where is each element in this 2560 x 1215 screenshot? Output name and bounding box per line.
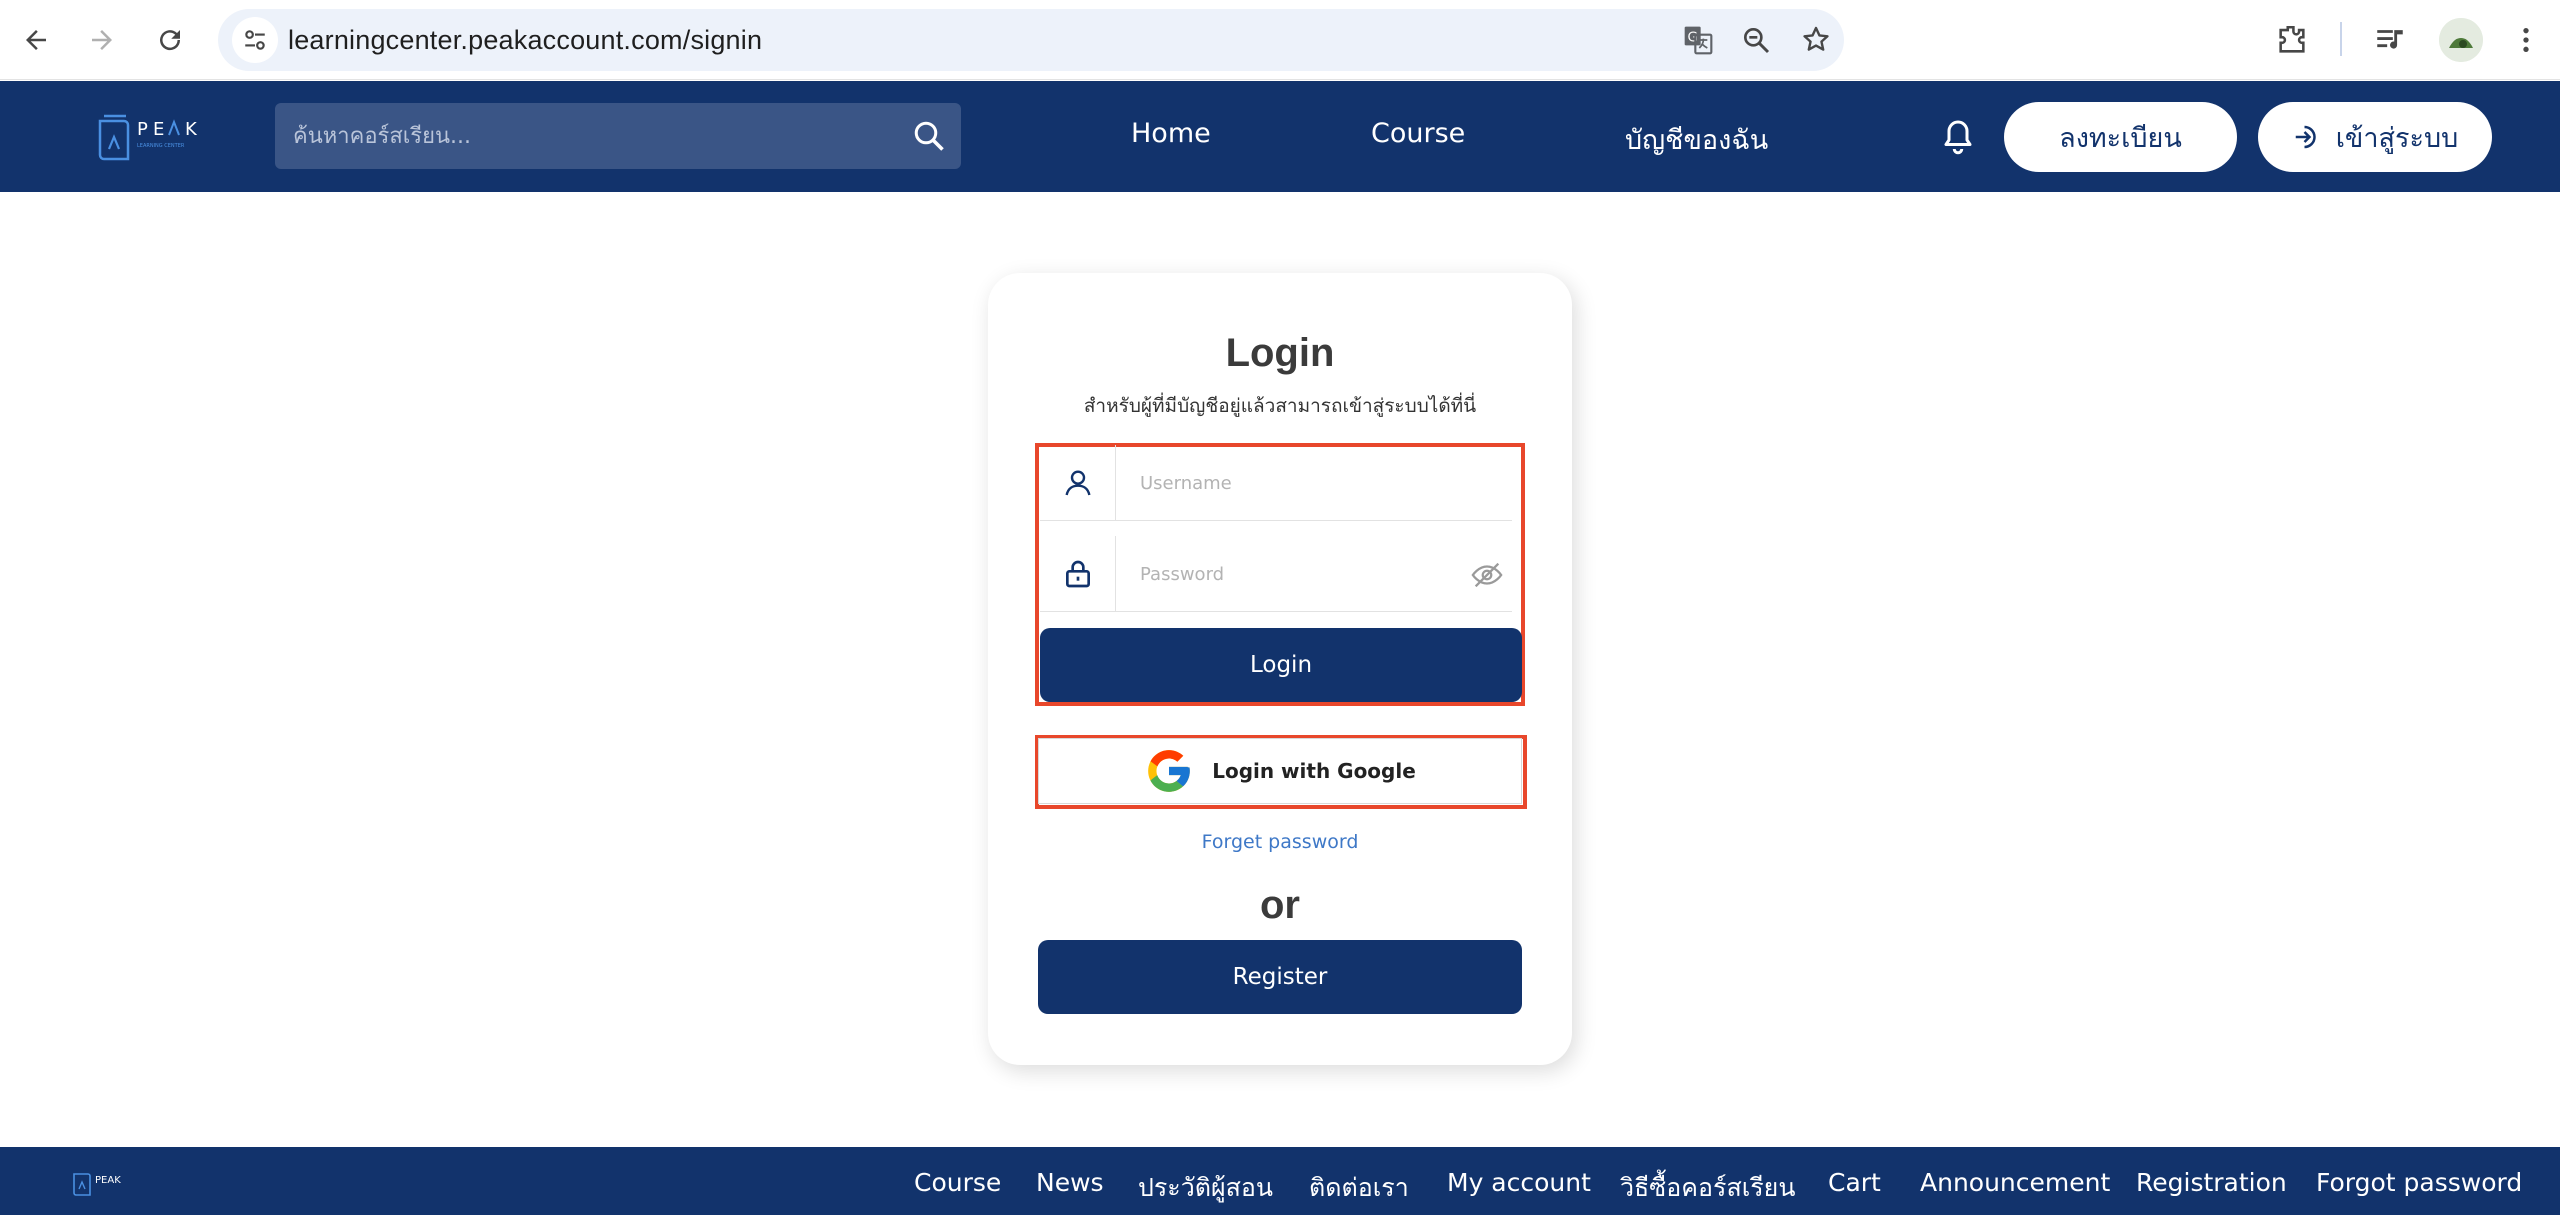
login-subtitle: สำหรับผู้ที่มีบัญชีอยู่แล้วสามารถเข้าสู่… bbox=[1083, 395, 1477, 417]
nav-my-account[interactable]: บัญชีของฉัน bbox=[1625, 118, 1768, 161]
search-input[interactable] bbox=[293, 103, 873, 169]
footer-link-forgot-password[interactable]: Forgot password bbox=[2316, 1168, 2522, 1197]
google-login-label: Login with Google bbox=[1212, 759, 1416, 783]
password-field bbox=[1040, 536, 1512, 612]
course-search bbox=[275, 103, 961, 169]
footer-link-announcement[interactable]: Announcement bbox=[1920, 1168, 2110, 1197]
extensions-icon[interactable] bbox=[2272, 20, 2312, 60]
forward-arrow-icon[interactable] bbox=[78, 16, 126, 64]
username-input[interactable] bbox=[1140, 463, 1460, 503]
toolbar-divider bbox=[2340, 22, 2342, 56]
logo-subtext: LEARNING CENTER bbox=[137, 143, 185, 149]
svg-text:K: K bbox=[185, 119, 198, 140]
login-card: Login สำหรับผู้ที่มีบัญชีอยู่แล้วสามารถเ… bbox=[988, 273, 1572, 1065]
more-vert-icon[interactable] bbox=[2506, 20, 2546, 60]
nav-course[interactable]: Course bbox=[1371, 118, 1465, 149]
reload-icon[interactable] bbox=[146, 16, 194, 64]
browser-toolbar: learningcenter.peakaccount.com/signin G bbox=[0, 0, 2560, 80]
url-text[interactable]: learningcenter.peakaccount.com/signin bbox=[288, 25, 762, 56]
site-footer: PEAK Course News ประวัติผู้สอน ติดต่อเรา… bbox=[0, 1147, 2560, 1215]
register-submit-button[interactable]: Register bbox=[1038, 940, 1522, 1014]
footer-link-contact[interactable]: ติดต่อเรา bbox=[1309, 1168, 1409, 1208]
footer-logo-text: PEAK bbox=[95, 1175, 121, 1186]
footer-link-instructors[interactable]: ประวัติผู้สอน bbox=[1138, 1168, 1273, 1208]
footer-link-how-to-buy[interactable]: วิธีซื้อคอร์สเรียน bbox=[1620, 1168, 1795, 1208]
nav-home[interactable]: Home bbox=[1131, 118, 1211, 149]
footer-peak-logo[interactable]: PEAK bbox=[72, 1169, 136, 1197]
footer-link-news[interactable]: News bbox=[1036, 1168, 1104, 1197]
lock-icon bbox=[1040, 536, 1116, 612]
password-input[interactable] bbox=[1140, 554, 1460, 594]
login-arrow-icon bbox=[2295, 125, 2316, 149]
register-submit-label: Register bbox=[1232, 964, 1328, 990]
search-icon[interactable] bbox=[911, 118, 947, 154]
address-bar[interactable]: learningcenter.peakaccount.com/signin G bbox=[218, 9, 1844, 71]
sign-in-button-label: เข้าสู่ระบบ bbox=[2335, 122, 2459, 154]
footer-link-cart[interactable]: Cart bbox=[1828, 1168, 1881, 1197]
translate-icon[interactable]: G bbox=[1682, 24, 1714, 56]
login-title: Login bbox=[1225, 331, 1335, 375]
bell-icon[interactable] bbox=[1940, 117, 1976, 157]
register-button-label: ลงทะเบียน bbox=[2059, 122, 2182, 154]
svg-text:P: P bbox=[137, 119, 153, 140]
footer-link-my-account[interactable]: My account bbox=[1447, 1168, 1591, 1197]
sign-in-button[interactable]: เข้าสู่ระบบ bbox=[2258, 102, 2492, 172]
back-arrow-icon[interactable] bbox=[12, 16, 60, 64]
username-field bbox=[1040, 445, 1512, 521]
login-button-label: Login bbox=[1249, 652, 1313, 678]
eye-off-icon[interactable] bbox=[1470, 558, 1504, 592]
profile-avatar[interactable] bbox=[2439, 18, 2483, 62]
site-header: P E K LEARNING CENTER Home Course บัญชีข… bbox=[0, 81, 2560, 192]
site-settings-icon[interactable] bbox=[232, 17, 278, 63]
footer-link-registration[interactable]: Registration bbox=[2136, 1168, 2287, 1197]
forget-password-link[interactable]: Forget password bbox=[988, 831, 1572, 853]
user-icon bbox=[1040, 445, 1116, 521]
svg-text:E: E bbox=[153, 119, 164, 140]
footer-link-course[interactable]: Course bbox=[914, 1168, 1001, 1197]
or-divider: or bbox=[1260, 883, 1300, 927]
register-button[interactable]: ลงทะเบียน bbox=[2004, 102, 2237, 172]
zoom-icon[interactable] bbox=[1740, 24, 1772, 56]
peak-logo[interactable]: P E K LEARNING CENTER bbox=[97, 113, 207, 163]
login-button[interactable]: Login bbox=[1040, 628, 1522, 702]
media-controls-icon[interactable] bbox=[2370, 20, 2410, 60]
google-logo-icon bbox=[1148, 750, 1191, 792]
bookmark-star-icon[interactable] bbox=[1800, 24, 1832, 56]
google-login-button[interactable]: Login with Google bbox=[1038, 738, 1522, 804]
